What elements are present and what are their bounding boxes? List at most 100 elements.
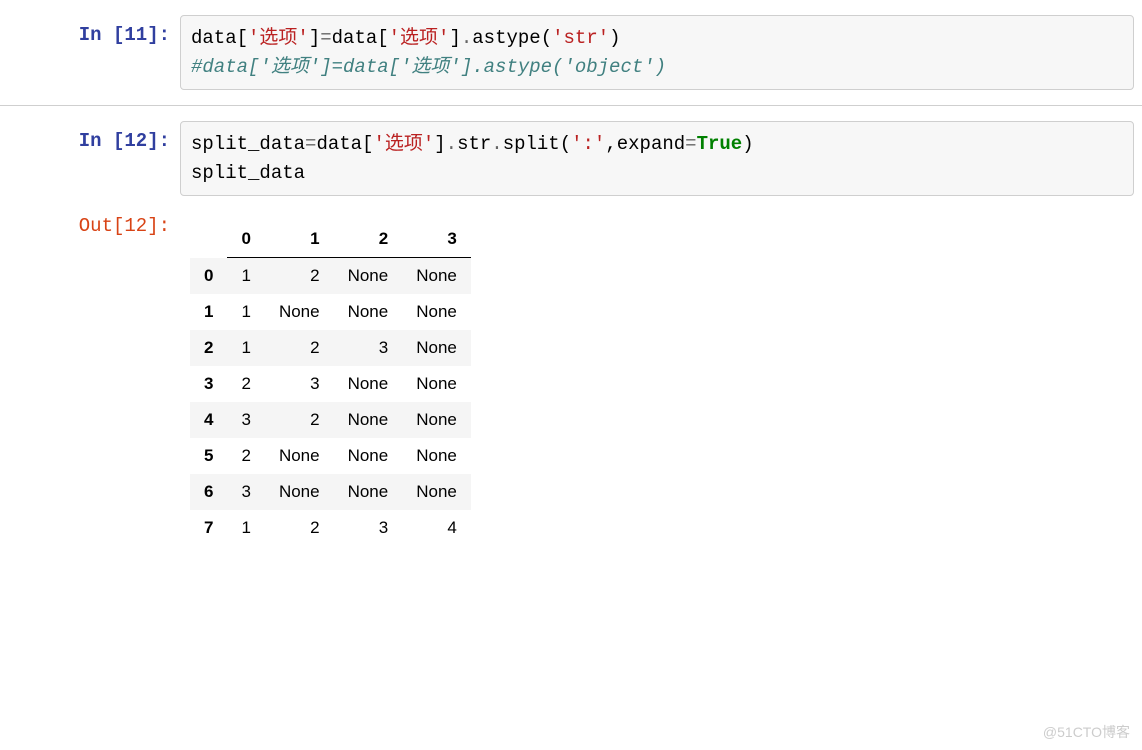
table-cell: None	[402, 258, 471, 295]
row-index: 7	[190, 510, 227, 546]
table-row: 5 2 None None None	[190, 438, 471, 474]
code-line: split_data=data['选项'].str.split(':',expa…	[191, 130, 1123, 159]
code-line: data['选项']=data['选项'].astype('str')	[191, 24, 1123, 53]
code-token: =	[305, 133, 316, 155]
code-cell-12: In [12]: split_data=data['选项'].str.split…	[0, 116, 1142, 201]
code-token: ]	[434, 133, 445, 155]
column-header: 1	[265, 221, 334, 258]
table-row: 2 1 2 3 None	[190, 330, 471, 366]
table-row: 1 1 None None None	[190, 294, 471, 330]
table-row: 6 3 None None None	[190, 474, 471, 510]
code-line: split_data	[191, 159, 1123, 188]
code-token: '选项'	[389, 27, 450, 49]
code-input-11[interactable]: data['选项']=data['选项'].astype('str') #dat…	[180, 15, 1134, 90]
code-token: ':'	[571, 133, 605, 155]
code-token: split_data	[191, 162, 305, 184]
code-token: =	[320, 27, 331, 49]
dataframe-table: 0 1 2 3 0 1 2 None None 1 1 None	[190, 221, 471, 546]
table-row: 4 3 2 None None	[190, 402, 471, 438]
code-input-12[interactable]: split_data=data['选项'].str.split(':',expa…	[180, 121, 1134, 196]
code-token: .	[446, 133, 457, 155]
code-token: .	[461, 27, 472, 49]
table-cell: 1	[227, 258, 264, 295]
row-index: 6	[190, 474, 227, 510]
output-area: 0 1 2 3 0 1 2 None None 1 1 None	[180, 206, 1142, 546]
table-cell: None	[334, 294, 403, 330]
code-comment: #data['选项']=data['选项'].astype('object')	[191, 56, 666, 78]
code-token: =	[685, 133, 696, 155]
table-cell: None	[402, 366, 471, 402]
table-row: 7 1 2 3 4	[190, 510, 471, 546]
code-token: data[	[191, 27, 248, 49]
code-token: astype(	[472, 27, 552, 49]
row-index: 5	[190, 438, 227, 474]
table-cell: 2	[265, 330, 334, 366]
table-cell: 3	[227, 402, 264, 438]
cell-divider	[0, 105, 1142, 106]
row-index: 4	[190, 402, 227, 438]
code-token: str	[457, 133, 491, 155]
code-token: split_data	[191, 133, 305, 155]
code-token: )	[609, 27, 620, 49]
table-cell: 2	[227, 438, 264, 474]
column-header: 3	[402, 221, 471, 258]
prompt-label: In [11]:	[79, 24, 170, 46]
code-token: '选项'	[373, 133, 434, 155]
output-prompt-12: Out[12]:	[0, 206, 180, 237]
input-prompt-12: In [12]:	[0, 121, 180, 152]
code-line: #data['选项']=data['选项'].astype('object')	[191, 53, 1123, 82]
table-cell: 1	[227, 330, 264, 366]
row-index: 3	[190, 366, 227, 402]
table-cell: 2	[265, 402, 334, 438]
code-token: data[	[316, 133, 373, 155]
table-cell: 3	[334, 510, 403, 546]
table-cell: None	[334, 366, 403, 402]
code-token: data[	[332, 27, 389, 49]
column-header: 2	[334, 221, 403, 258]
table-cell: None	[402, 402, 471, 438]
table-corner	[190, 221, 227, 258]
code-token: split(	[503, 133, 571, 155]
row-index: 0	[190, 258, 227, 295]
input-prompt-11: In [11]:	[0, 15, 180, 46]
table-cell: None	[402, 330, 471, 366]
table-cell: None	[402, 438, 471, 474]
table-row: 0 1 2 None None	[190, 258, 471, 295]
code-token: ]	[449, 27, 460, 49]
table-cell: None	[265, 438, 334, 474]
table-header-row: 0 1 2 3	[190, 221, 471, 258]
table-cell: 3	[334, 330, 403, 366]
code-token: .	[491, 133, 502, 155]
code-token: 'str'	[552, 27, 609, 49]
prompt-label: In [12]:	[79, 130, 170, 152]
watermark: @51CTO博客	[1043, 722, 1130, 742]
table-cell: 2	[227, 366, 264, 402]
code-token: '选项'	[248, 27, 309, 49]
table-cell: None	[334, 474, 403, 510]
table-cell: None	[402, 474, 471, 510]
table-cell: None	[265, 294, 334, 330]
table-cell: 3	[227, 474, 264, 510]
table-cell: None	[402, 294, 471, 330]
code-token: )	[742, 133, 753, 155]
row-index: 2	[190, 330, 227, 366]
row-index: 1	[190, 294, 227, 330]
code-token: ,expand	[605, 133, 685, 155]
table-cell: 3	[265, 366, 334, 402]
table-cell: None	[334, 438, 403, 474]
table-cell: 2	[265, 258, 334, 295]
table-cell: None	[334, 402, 403, 438]
table-cell: 2	[265, 510, 334, 546]
table-cell: 4	[402, 510, 471, 546]
table-cell: 1	[227, 294, 264, 330]
table-cell: None	[265, 474, 334, 510]
code-token: ]	[309, 27, 320, 49]
table-cell: None	[334, 258, 403, 295]
table-row: 3 2 3 None None	[190, 366, 471, 402]
table-cell: 1	[227, 510, 264, 546]
output-cell-12: Out[12]: 0 1 2 3 0 1 2 None None	[0, 201, 1142, 551]
code-token: True	[697, 133, 743, 155]
column-header: 0	[227, 221, 264, 258]
prompt-label: Out[12]:	[79, 215, 170, 237]
code-cell-11: In [11]: data['选项']=data['选项'].astype('s…	[0, 0, 1142, 95]
